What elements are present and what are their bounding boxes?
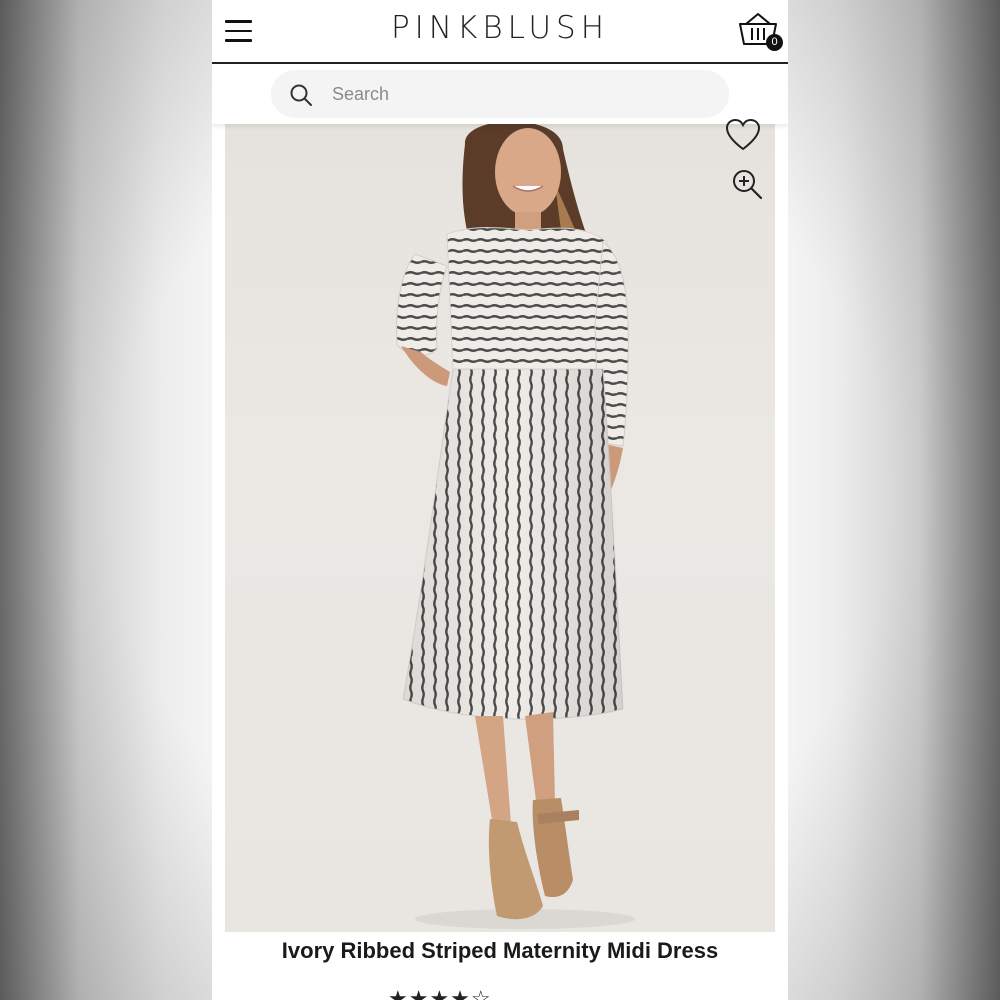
search-input[interactable]: Search bbox=[271, 70, 729, 118]
cart-count-badge: 0 bbox=[766, 34, 783, 51]
site-header: PINKBLUSH 0 bbox=[212, 0, 788, 64]
rating-stars-text: ★★★★☆ bbox=[388, 986, 492, 1000]
rating-stars[interactable]: ★★★★☆ bbox=[388, 986, 492, 1000]
model-photo bbox=[396, 124, 635, 929]
heart-icon bbox=[725, 118, 761, 151]
zoom-button[interactable] bbox=[731, 168, 763, 205]
favorite-button[interactable] bbox=[725, 118, 761, 157]
search-bar: Search bbox=[212, 64, 788, 124]
search-icon bbox=[290, 84, 312, 106]
product-title: Ivory Ribbed Striped Maternity Midi Dres… bbox=[281, 938, 719, 963]
site-logo[interactable]: PINKBLUSH bbox=[212, 10, 788, 46]
mobile-page: PINKBLUSH 0 Search Ivory Ribbed Striped … bbox=[212, 0, 788, 1000]
search-placeholder: Search bbox=[332, 84, 390, 104]
zoom-in-icon bbox=[733, 170, 763, 200]
cart-button[interactable]: 0 bbox=[738, 12, 784, 54]
product-image[interactable] bbox=[225, 124, 775, 932]
